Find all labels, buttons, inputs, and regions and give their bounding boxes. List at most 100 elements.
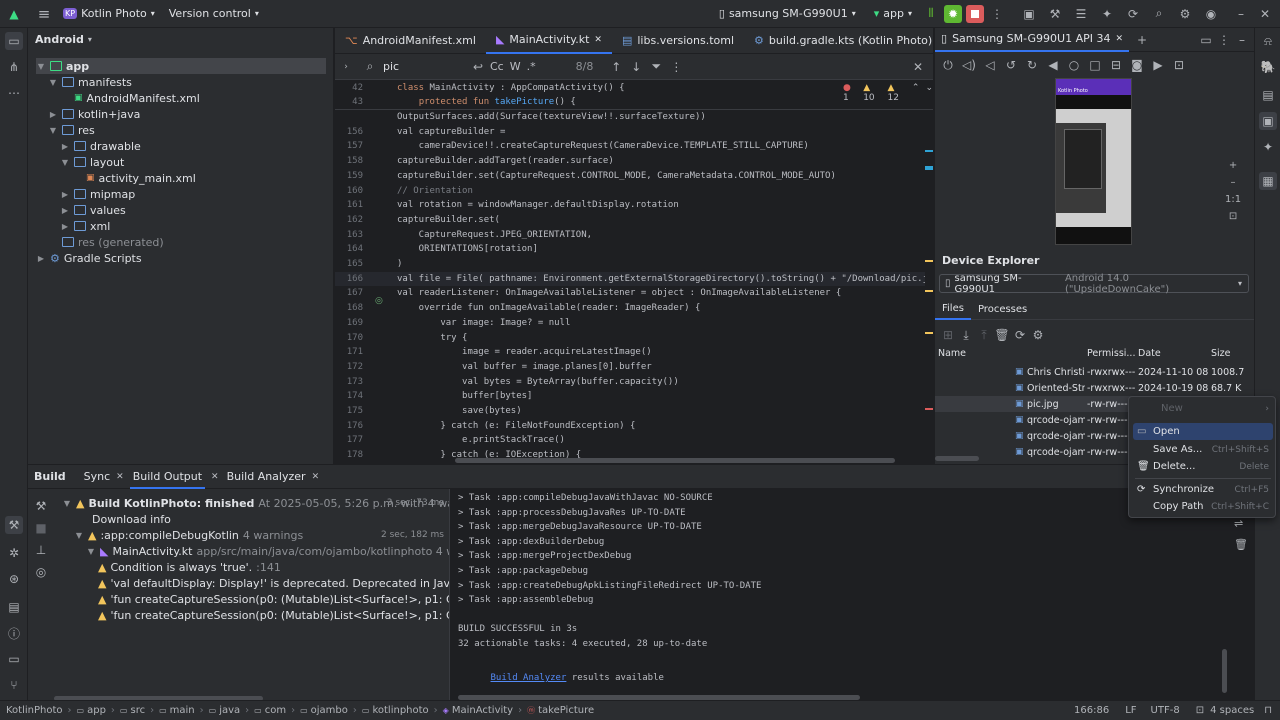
code-line[interactable]: 166 val file = File( pathname: Environmen… — [335, 271, 925, 287]
overview-icon[interactable]: □ — [1086, 56, 1104, 74]
code-line[interactable]: 172 val buffer = image.planes[0].buffer — [335, 360, 925, 375]
chevron-down-icon[interactable]: ▼ — [86, 547, 96, 556]
chevron-down-icon[interactable]: ▼ — [48, 78, 58, 87]
file-encoding[interactable]: UTF-8 — [1151, 705, 1180, 716]
gradle-icon[interactable]: 🐘 — [1259, 58, 1277, 76]
menu-item-save-as[interactable]: Save As... Ctrl+Shift+S — [1133, 441, 1273, 458]
volume-down-icon[interactable]: ◁ — [981, 56, 999, 74]
code-line[interactable]: 175 save(bytes) — [335, 404, 925, 419]
layout-icon[interactable]: ▭ — [1197, 31, 1215, 49]
breadcrumb-item[interactable]: ▭ src — [120, 705, 145, 716]
code-line[interactable]: 169 var image: Image? = null — [335, 316, 925, 331]
synchronize-icon[interactable]: ⟳ — [1011, 326, 1029, 344]
console-vscrollbar[interactable] — [1222, 649, 1227, 693]
code-line[interactable]: 159 captureBuilder.set(CaptureRequest.CON… — [335, 169, 925, 184]
stop-build-icon[interactable]: ■ — [32, 519, 50, 537]
add-device-icon[interactable]: + — [1133, 31, 1151, 49]
tab-build-output[interactable]: Build Output — [129, 465, 206, 489]
line-separator[interactable]: LF — [1125, 705, 1136, 716]
code-line[interactable]: 176 } catch (e: FileNotFoundException) { — [335, 419, 925, 434]
terminal-icon[interactable]: ▭ — [5, 650, 23, 668]
expand-replace-icon[interactable]: › — [337, 58, 355, 76]
tree-item[interactable]: ▼ res — [48, 122, 95, 138]
tree-item[interactable]: ▼ layout — [60, 154, 124, 170]
tree-item[interactable]: ▼ manifests — [48, 74, 132, 90]
chevron-right-icon[interactable]: ▶ — [48, 110, 58, 119]
chevron-right-icon[interactable]: ▶ — [36, 254, 46, 263]
sync-gradle-icon[interactable]: ⟳ — [1124, 5, 1142, 23]
fit-icon[interactable]: ⊡ — [1229, 211, 1237, 222]
problems-icon[interactable]: ⓘ — [5, 624, 23, 642]
build-tree-item[interactable]: Download info — [74, 511, 171, 527]
hide-panel-icon[interactable]: – — [1233, 31, 1251, 49]
close-window-icon[interactable]: ✕ — [1256, 5, 1274, 23]
volume-up-icon[interactable]: ◁) — [960, 56, 978, 74]
menu-item-open[interactable]: ▭ Open — [1133, 423, 1273, 440]
column-permissions[interactable]: Permissi... — [1087, 348, 1135, 359]
code-line[interactable]: 160 // Orientation — [335, 184, 925, 199]
column-name[interactable]: Name — [938, 348, 966, 359]
code-line[interactable]: 171 image = reader.acquireLatestImage() — [335, 345, 925, 360]
back-icon[interactable]: ◀ — [1044, 56, 1062, 74]
zoom-in-icon[interactable]: + — [1229, 160, 1237, 171]
tree-item[interactable]: ▣ AndroidManifest.xml — [60, 90, 200, 106]
breadcrumb-item[interactable]: ▭ ojambo — [300, 705, 348, 716]
device-explorer-side-icon[interactable]: ▤ — [1259, 86, 1277, 104]
code-line[interactable]: 163 CaptureRequest.JPEG_ORIENTATION, — [335, 228, 925, 243]
caret-position[interactable]: 166:86 — [1074, 705, 1109, 716]
close-tab-icon[interactable]: ✕ — [312, 472, 320, 482]
build-warning-item[interactable]: ▲'val defaultDisplay: Display!' is depre… — [98, 575, 489, 591]
device-explorer-hscrollbar[interactable] — [935, 456, 979, 461]
tree-item[interactable]: ▶ mipmap — [60, 186, 135, 202]
build-tree-item[interactable]: ▼ ▲:app:compileDebugKotlin 4 warnings — [74, 527, 303, 543]
account-icon[interactable]: ◉ — [1202, 5, 1220, 23]
tab-sync[interactable]: Sync — [84, 470, 111, 483]
menu-item-copy-path[interactable]: Copy Path Ctrl+Shift+C — [1133, 498, 1273, 515]
device-selector[interactable]: ▯ samsung SM-G990U1 ▾ — [719, 7, 856, 20]
tab-files[interactable]: Files — [935, 300, 971, 320]
chevron-down-icon[interactable]: ▼ — [74, 531, 84, 540]
chevron-right-icon[interactable]: ▶ — [60, 206, 70, 215]
soft-wrap-icon[interactable]: ⇌ — [1234, 517, 1248, 530]
git-icon[interactable]: ⑂ — [5, 676, 23, 694]
more-options-icon[interactable]: ⋮ — [1215, 31, 1233, 49]
stop-icon[interactable] — [966, 4, 984, 23]
code-line[interactable]: 157 cameraDevice!!.createCaptureRequest(… — [335, 139, 925, 154]
code-line[interactable]: 178 } catch (e: IOException) { — [335, 448, 925, 458]
view-icon[interactable]: ◎ — [32, 563, 50, 581]
vcs-switcher[interactable]: Version control ▾ — [169, 7, 259, 20]
zoom-out-icon[interactable]: – — [1231, 177, 1236, 188]
match-case-toggle[interactable]: Cc — [490, 60, 504, 73]
tree-item[interactable]: ▶ kotlin+java — [48, 106, 140, 122]
controller-icon[interactable]: ⊡ — [1170, 56, 1188, 74]
indent-setting[interactable]: 4 spaces — [1210, 705, 1254, 716]
code-line[interactable]: 168 override fun onImageAvailable(reader… — [335, 301, 925, 316]
more-actions-icon[interactable]: ⋮ — [988, 5, 1006, 23]
lock-icon[interactable]: ⊓ — [1264, 705, 1272, 716]
rotate-right-icon[interactable]: ↻ — [1023, 56, 1041, 74]
filter-icon[interactable]: ⏷ — [647, 58, 665, 76]
debug-icon[interactable]: ✹ — [944, 4, 962, 23]
menu-item-delete[interactable]: 🗑 Delete... Delete — [1133, 458, 1273, 475]
code-line[interactable]: 165) — [335, 257, 925, 272]
logcat-icon[interactable]: ▤ — [5, 598, 23, 616]
sdk-manager-icon[interactable]: ☰ — [1072, 5, 1090, 23]
tree-item[interactable]: ▶ xml — [60, 218, 110, 234]
code-line[interactable]: 177 e.printStackTrace() — [335, 433, 925, 448]
menu-item-new[interactable]: New › — [1133, 400, 1273, 417]
build-tree-item[interactable]: ▼ ◣ MainActivity.kt app/src/main/java/com/o… — [86, 543, 496, 559]
chevron-down-icon[interactable]: ▼ — [48, 126, 58, 135]
project-switcher[interactable]: KP Kotlin Photo ▾ — [63, 7, 155, 20]
tree-item[interactable]: ▣ activity_main.xml — [72, 170, 196, 186]
app-inspection-icon[interactable]: ⚒ — [1046, 5, 1064, 23]
code-line[interactable]: 162 captureBuilder.set( — [335, 213, 925, 228]
code-line[interactable]: 161 val rotation = windowManager.defaultD… — [335, 198, 925, 213]
code-line[interactable]: OutputSurfaces.add(Surface(textureView!!… — [335, 110, 925, 125]
gemini-icon[interactable]: ✦ — [1259, 138, 1277, 156]
notifications-icon[interactable]: ⍾ — [1259, 32, 1277, 50]
readonly-lock-icon[interactable]: ⊡ — [1196, 705, 1204, 716]
build-hammer-icon[interactable]: ⚒ — [32, 497, 50, 515]
snapshot-icon[interactable]: ⊟ — [1107, 56, 1125, 74]
running-devices-icon[interactable]: ▣ — [1259, 112, 1277, 130]
tree-item[interactable]: res (generated) — [48, 234, 164, 250]
